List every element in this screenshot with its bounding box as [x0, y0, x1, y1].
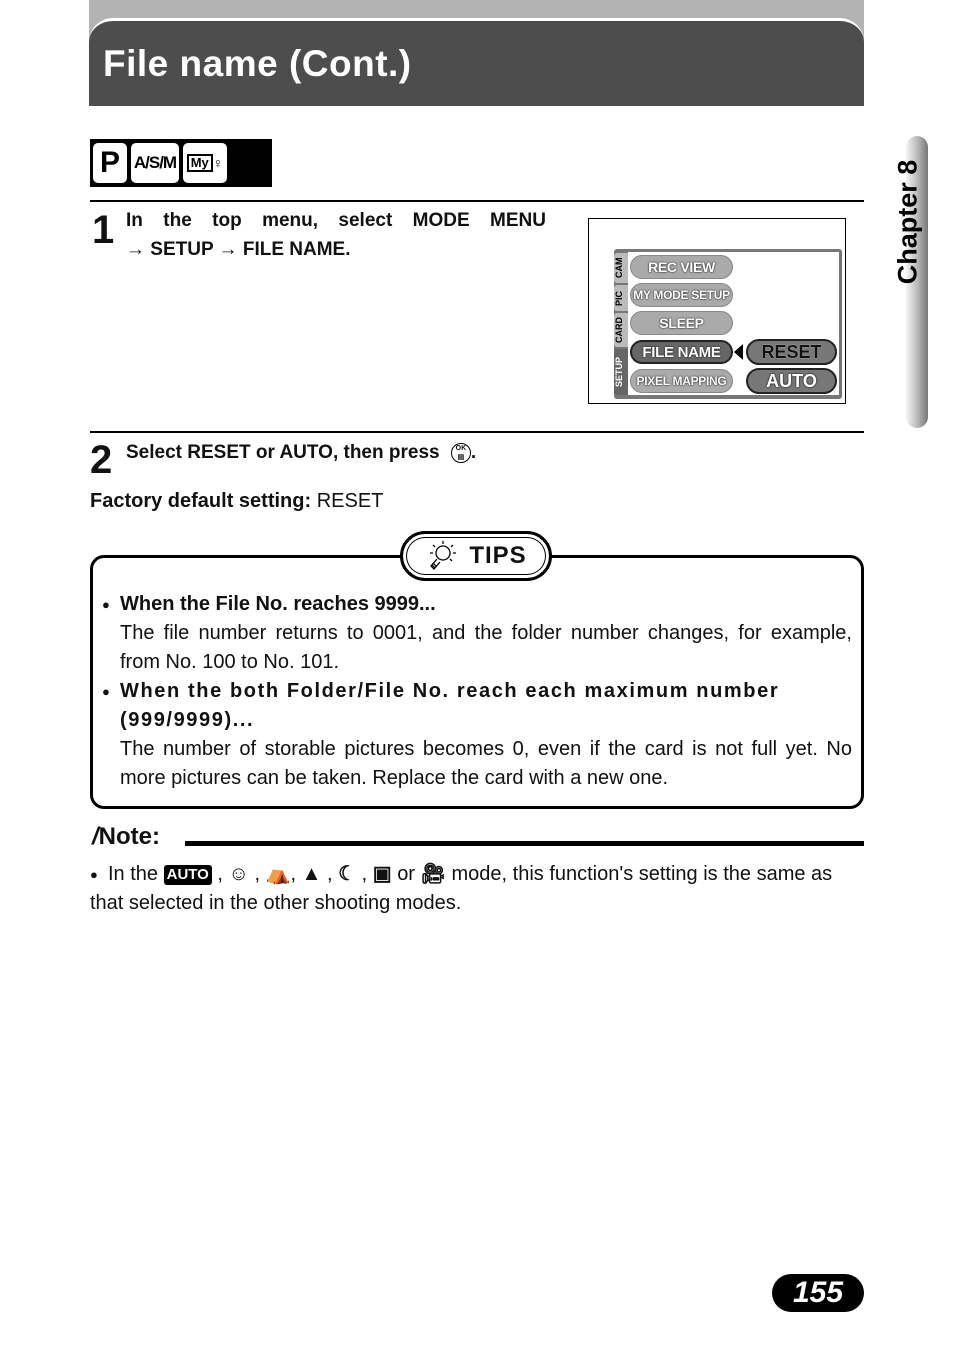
step-1-line1: In the top menu, select MODE MENU	[126, 210, 546, 231]
note-label: /Note:	[92, 823, 160, 850]
option-reset[interactable]: RESET	[746, 339, 837, 365]
mode-icons: P A/S/M My ♀	[90, 139, 272, 187]
divider	[90, 431, 864, 433]
tip-item: When the File No. reaches 9999... The fi…	[102, 590, 852, 677]
page-title: File name (Cont.)	[103, 43, 412, 84]
step-2-text: Select RESET or AUTO, then press OK ▤.	[126, 442, 477, 463]
lightbulb-icon	[430, 541, 457, 570]
tip-body: The number of storable pictures becomes …	[120, 738, 852, 789]
self-portrait-mode-icon: ▣	[372, 863, 392, 886]
option-auto[interactable]: AUTO	[746, 368, 837, 394]
asm-mode-icon: A/S/M	[131, 143, 179, 183]
menu-item-rec-view[interactable]: REC VIEW	[630, 255, 733, 279]
note-text: ● In the AUTO , ☺ , ⛺, ▲ , ☾ , ▣ or 🎥︎ mo…	[90, 860, 864, 918]
factory-default: Factory default setting: RESET	[90, 490, 384, 512]
tip-body: The file number returns to 0001, and the…	[120, 622, 852, 673]
title-bar: File name (Cont.)	[89, 18, 864, 106]
tip-item: When the both Folder/File No. reach each…	[102, 677, 852, 793]
tips-badge: TIPS	[400, 531, 552, 581]
landscape-portrait-mode-icon: ⛺	[265, 863, 291, 886]
portrait-mode-icon: ☺	[228, 863, 249, 886]
menu-item-my-mode-setup[interactable]: MY MODE SETUP	[630, 283, 733, 307]
tip-heading: When the File No. reaches 9999...	[102, 590, 852, 619]
menu-item-pixel-mapping[interactable]: PIXEL MAPPING	[630, 369, 733, 393]
menu-item-file-name[interactable]: FILE NAME	[630, 340, 733, 364]
page-number: 155	[772, 1274, 864, 1312]
camera-menu-screen: CAM PIC CARD SETUP REC VIEW MY MODE SETU…	[588, 218, 846, 404]
tips-title: TIPS	[469, 542, 527, 569]
my-mode-icon: My ♀	[183, 143, 227, 183]
step-2-number: 2	[90, 438, 113, 482]
selection-arrow-icon	[734, 344, 743, 360]
chapter-label: Chapter 8	[892, 159, 923, 285]
auto-mode-icon: AUTO	[163, 864, 212, 885]
lcd-display: CAM PIC CARD SETUP REC VIEW MY MODE SETU…	[614, 249, 842, 399]
note-rule	[185, 841, 864, 846]
step-1-number: 1	[92, 208, 115, 252]
night-scene-mode-icon: ☾	[338, 863, 357, 886]
tip-heading: When the both Folder/File No. reach each…	[102, 677, 852, 735]
pencil-icon: /	[92, 823, 99, 850]
ok-button-icon: OK ▤	[450, 442, 471, 463]
movie-mode-icon: 🎥︎	[420, 863, 446, 886]
menu-area: REC VIEW MY MODE SETUP SLEEP FILE NAME P…	[628, 252, 839, 395]
divider	[90, 200, 864, 202]
step-1-line2: → SETUP → FILE NAME.	[126, 239, 351, 260]
menu-item-sleep[interactable]: SLEEP	[630, 311, 733, 335]
p-mode-icon: P	[93, 143, 127, 183]
landscape-mode-icon: ▲	[301, 863, 322, 886]
